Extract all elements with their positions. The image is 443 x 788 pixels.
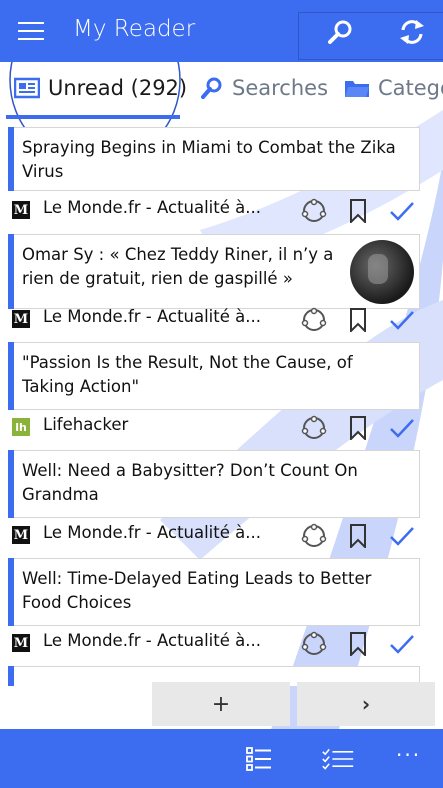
checkmark-icon (390, 311, 414, 330)
newspaper-icon (14, 77, 40, 99)
share-icon (301, 198, 327, 222)
article-meta: M Le Monde.fr - Actualité à... (0, 628, 443, 658)
active-tab-indicator (6, 115, 180, 119)
share-button[interactable] (301, 523, 327, 549)
mark-read-button[interactable] (389, 198, 415, 224)
checkmark-icon (390, 635, 414, 654)
share-icon (301, 523, 327, 547)
checkmark-icon (390, 419, 414, 438)
article-title: Spraying Begins in Miami to Combat the Z… (22, 138, 396, 181)
next-button[interactable]: › (297, 682, 435, 726)
app-title: My Reader (73, 16, 196, 42)
checkmark-icon (390, 202, 414, 221)
list-view-icon (246, 747, 271, 771)
source-logo-icon: M (12, 634, 30, 652)
article-source: Le Monde.fr - Actualité à... (43, 523, 261, 542)
refresh-icon (400, 20, 424, 44)
mark-all-read-icon (322, 748, 354, 770)
article-meta: M Le Monde.fr - Actualité à... (0, 304, 443, 334)
article-card[interactable]: "Passion Is the Result, Not the Cause, o… (8, 342, 420, 410)
article-meta: M Le Monde.fr - Actualité à... (0, 520, 443, 550)
search-button[interactable] (320, 12, 360, 52)
bookmark-button[interactable] (345, 307, 371, 333)
article-card[interactable]: Well: Time-Delayed Eating Leads to Bette… (8, 558, 420, 626)
tab-searches-label: Searches (232, 76, 329, 100)
article-meta: M Le Monde.fr - Actualité à... (0, 195, 443, 225)
mark-read-button[interactable] (389, 523, 415, 549)
share-icon (301, 307, 327, 331)
bookmark-icon (350, 416, 366, 440)
tab-searches[interactable]: Searches (200, 76, 328, 100)
mark-read-button[interactable] (389, 631, 415, 657)
article-source: Lifehacker (43, 415, 129, 434)
bookmark-button[interactable] (345, 523, 371, 549)
bookmark-icon (350, 308, 366, 332)
bookmark-button[interactable] (345, 631, 371, 657)
app-header: My Reader (0, 0, 443, 62)
share-button[interactable] (301, 307, 327, 333)
bookmark-icon (350, 199, 366, 223)
search-icon (200, 76, 224, 100)
share-button[interactable] (301, 631, 327, 657)
article-thumbnail (350, 240, 414, 304)
share-button[interactable] (301, 415, 327, 441)
mark-all-read-button[interactable] (322, 743, 354, 775)
share-icon (301, 415, 327, 439)
article-card[interactable]: Omar Sy : « Chez Teddy Riner, il n’y a r… (8, 234, 420, 309)
article-source: Le Monde.fr - Actualité à... (43, 198, 261, 217)
mark-read-button[interactable] (389, 415, 415, 441)
app-bar: ··· (0, 729, 443, 788)
source-logo-icon: M (12, 526, 30, 544)
article-card[interactable]: Spraying Begins in Miami to Combat the Z… (8, 127, 420, 191)
article-title: Omar Sy : « Chez Teddy Riner, il n’y a r… (22, 245, 334, 288)
article-list[interactable]: Spraying Begins in Miami to Combat the Z… (0, 120, 443, 686)
article-title: Well: Need a Babysitter? Don’t Count On … (22, 461, 358, 504)
checkmark-icon (390, 527, 414, 546)
source-logo-icon: M (12, 310, 30, 328)
bookmark-button[interactable] (345, 198, 371, 224)
add-button[interactable]: + (152, 682, 290, 726)
tab-categories[interactable]: Catego (344, 76, 443, 100)
article-source: Le Monde.fr - Actualité à... (43, 307, 261, 326)
more-button[interactable]: ··· (396, 743, 421, 767)
refresh-button[interactable] (392, 12, 432, 52)
mark-read-button[interactable] (389, 307, 415, 333)
share-button[interactable] (301, 198, 327, 224)
source-logo-icon: lh (12, 418, 30, 436)
tab-categories-label: Catego (378, 76, 443, 100)
article-title: Well: Time-Delayed Eating Leads to Bette… (22, 569, 372, 612)
source-logo-icon: M (12, 201, 30, 219)
tab-unread-label: Unread (292) (48, 76, 188, 100)
folder-icon (344, 78, 370, 98)
search-icon (328, 20, 352, 44)
article-card[interactable]: Well: Need a Babysitter? Don’t Count On … (8, 450, 420, 518)
article-source: Le Monde.fr - Actualité à... (43, 631, 261, 650)
bookmark-icon (350, 524, 366, 548)
tab-bar: Unread (292) Searches Catego (0, 62, 443, 120)
bookmark-icon (350, 632, 366, 656)
article-title: "Passion Is the Result, Not the Cause, o… (22, 353, 353, 396)
tab-unread[interactable]: Unread (292) (14, 76, 187, 100)
share-icon (301, 631, 327, 655)
hamburger-icon[interactable] (18, 20, 44, 42)
list-view-button[interactable] (243, 743, 275, 775)
bookmark-button[interactable] (345, 415, 371, 441)
article-meta: lh Lifehacker (0, 412, 443, 442)
